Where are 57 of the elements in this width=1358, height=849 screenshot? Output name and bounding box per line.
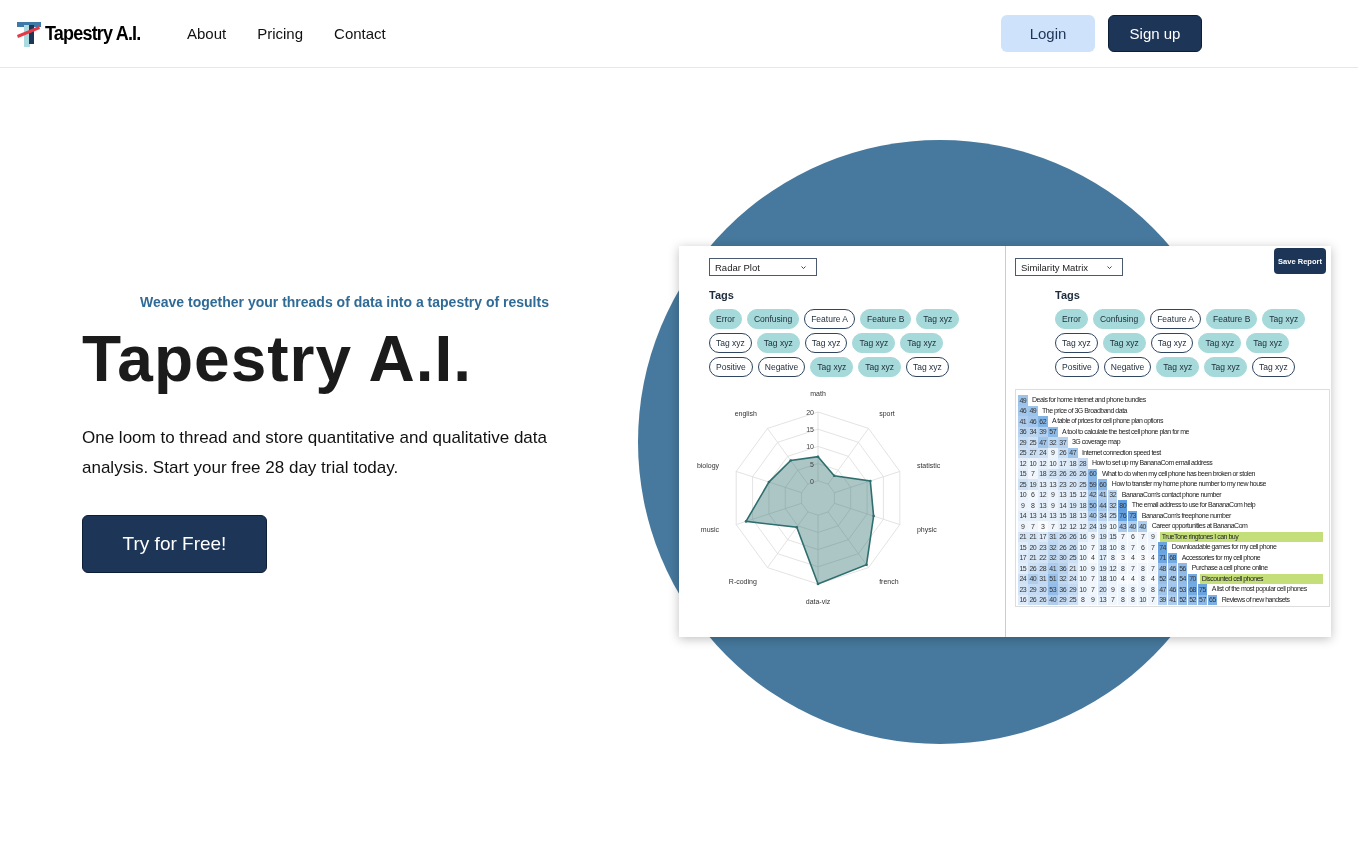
tag-chip[interactable]: Confusing — [1092, 309, 1146, 329]
data-point — [744, 520, 748, 523]
signup-button[interactable]: Sign up — [1108, 15, 1202, 52]
nav-link[interactable]: Contact — [334, 25, 386, 42]
hero-title: Tapestry A.I. — [82, 323, 473, 395]
tag-chip[interactable]: Feature B — [1206, 309, 1258, 329]
data-point — [767, 480, 771, 484]
login-button[interactable]: Login — [1001, 15, 1095, 52]
nav-link[interactable]: Pricing — [257, 25, 304, 42]
data-point — [872, 514, 875, 518]
tag-chip[interactable]: Tag xyz — [1204, 357, 1247, 377]
data-point — [869, 479, 872, 483]
tag-chip[interactable]: Tag xyz — [900, 333, 944, 353]
tag-chip[interactable]: Tag xyz — [916, 309, 960, 329]
try-free-button[interactable]: Try for Free! — [82, 515, 267, 573]
tags-heading: Tags — [709, 289, 735, 301]
tag-chip[interactable]: Tag xyz — [804, 333, 848, 353]
tag-chip[interactable]: Negative — [1103, 357, 1152, 377]
brand-name[interactable]: Tapestry A.I. — [45, 22, 141, 45]
hero-description: One loom to thread and store quantitative and qualitative data analysis. Start your free 28 day trial today. — [82, 427, 548, 479]
tag-chip[interactable]: Tag xyz — [1198, 333, 1242, 353]
caret-icon — [1107, 265, 1112, 269]
tag-chip[interactable]: Positive — [1055, 357, 1099, 377]
tag-chip[interactable]: Tag xyz — [1102, 333, 1146, 353]
logo-icon — [17, 20, 41, 47]
tag-chip[interactable]: Tag xyz — [858, 357, 901, 377]
nav-link[interactable]: About — [187, 25, 227, 42]
tag-chip[interactable]: Error — [1055, 309, 1088, 329]
tags-heading: Tags — [1055, 289, 1081, 301]
tag-chip[interactable]: Tag xyz — [852, 333, 896, 353]
data-point — [816, 582, 820, 586]
data-point — [789, 459, 792, 462]
tag-chip[interactable]: Feature A — [1150, 309, 1202, 329]
tag-chip[interactable]: Tag xyz — [709, 333, 752, 353]
tag-chip[interactable]: Tag xyz — [1252, 357, 1295, 377]
tag-chip[interactable]: Tag xyz — [906, 357, 949, 377]
tag-chip[interactable]: Negative — [757, 357, 806, 377]
data-point — [795, 525, 799, 529]
tag-chip[interactable]: Error — [709, 309, 742, 329]
data-point — [816, 455, 820, 458]
tag-chip[interactable]: Feature B — [860, 309, 912, 329]
caret-icon — [801, 265, 806, 269]
tag-chip[interactable]: Tag xyz — [1055, 333, 1098, 353]
tagline: Weave together your threads of data into a tapestry of results — [139, 294, 550, 310]
tag-chip[interactable]: Tag xyz — [1150, 333, 1194, 353]
tag-chip[interactable]: Tag xyz — [1262, 309, 1306, 329]
chart-type-dropdown[interactable]: Similarity Matrix — [1015, 258, 1123, 276]
chart-type-dropdown[interactable]: Radar Plot — [709, 258, 817, 276]
tag-chip[interactable]: Confusing — [746, 309, 800, 329]
tag-chip[interactable]: Tag xyz — [1246, 333, 1290, 353]
tag-chip[interactable]: Positive — [709, 357, 753, 377]
tag-chip[interactable]: Tag xyz — [810, 357, 854, 377]
data-point — [832, 474, 836, 478]
data-point — [865, 563, 868, 567]
tag-chip[interactable]: Tag xyz — [1156, 357, 1200, 377]
tag-chip[interactable]: Feature A — [804, 309, 856, 329]
tag-chip[interactable]: Tag xyz — [756, 333, 800, 353]
